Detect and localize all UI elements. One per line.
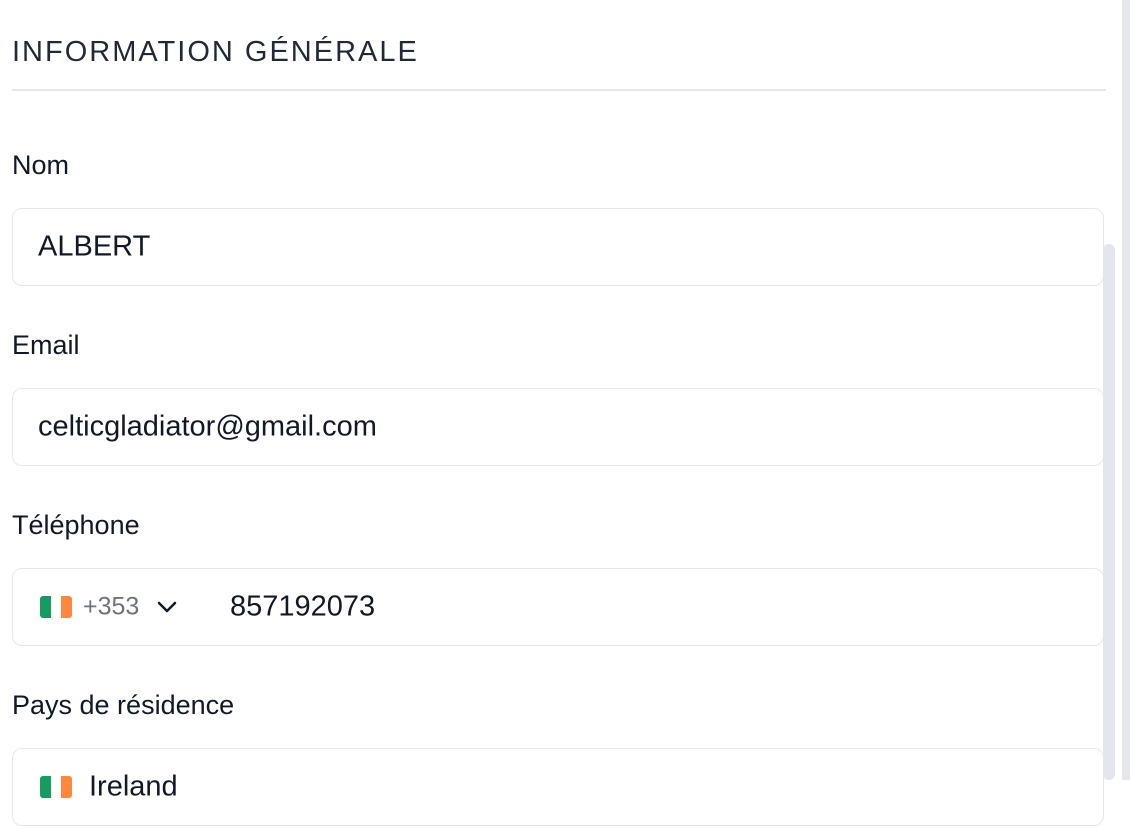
scrollbar-thumb[interactable] [1103, 244, 1115, 780]
page-edge [1122, 0, 1130, 780]
phone-number-value: 857192073 [230, 590, 376, 623]
phone-label: Téléphone [12, 510, 140, 540]
section-divider [12, 89, 1106, 91]
email-field[interactable]: celticgladiator@gmail.com [12, 388, 1104, 466]
country-code[interactable]: +353 [83, 593, 139, 622]
scrollbar[interactable] [1103, 244, 1115, 780]
ireland-flag-icon [40, 596, 72, 618]
country-label: Pays de résidence [12, 690, 235, 720]
section-title: INFORMATION GÉNÉRALE [12, 36, 419, 68]
email-label: Email [12, 330, 80, 360]
email-value: celticgladiator@gmail.com [38, 410, 377, 443]
country-value: Ireland [89, 770, 178, 803]
country-field[interactable]: Ireland [12, 748, 1104, 826]
ireland-flag-icon [40, 776, 72, 798]
name-value: ALBERT [38, 230, 151, 263]
name-field[interactable]: ALBERT [12, 208, 1104, 286]
phone-field[interactable]: +353 857192073 [12, 568, 1104, 646]
name-label: Nom [12, 150, 70, 180]
chevron-down-icon[interactable] [157, 600, 177, 614]
